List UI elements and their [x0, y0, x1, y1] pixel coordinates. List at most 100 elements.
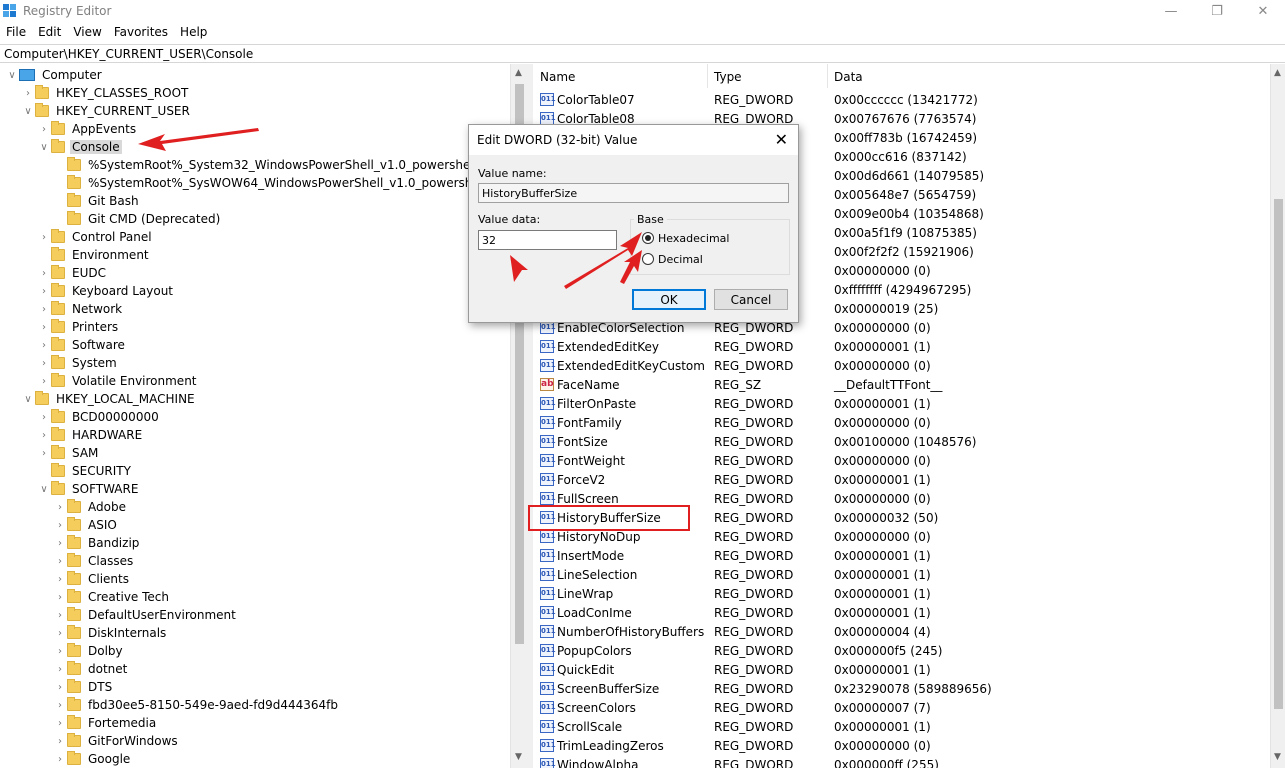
tree-item[interactable]: › Control Panel	[37, 228, 154, 246]
tree-item[interactable]: SECURITY	[37, 462, 133, 480]
value-row[interactable]: 011 ExtendedEditKey REG_DWORD 0x00000001 (1…	[534, 337, 1270, 356]
value-row[interactable]: 011 NumberOfHistoryBuffers REG_DWORD 0x0000…	[534, 622, 1270, 641]
tree-item[interactable]: %SystemRoot%_System32_WindowsPowerShell_…	[53, 156, 504, 174]
value-row[interactable]: 011 ExtendedEditKeyCustom REG_DWORD 0x00000…	[534, 356, 1270, 375]
tree-item[interactable]: › SAM	[37, 444, 100, 462]
chevron-right-icon[interactable]: ›	[53, 696, 67, 714]
tree-item[interactable]: › Volatile Environment	[37, 372, 199, 390]
chevron-right-icon[interactable]: ›	[53, 678, 67, 696]
decimal-radio[interactable]	[642, 253, 654, 265]
value-row[interactable]: 011 FilterOnPaste REG_DWORD 0x00000001 (1)	[534, 394, 1270, 413]
value-row[interactable]: 011 LoadConIme REG_DWORD 0x00000001 (1)	[534, 603, 1270, 622]
chevron-right-icon[interactable]: ›	[37, 372, 51, 390]
tree-item[interactable]: Environment	[37, 246, 151, 264]
list-scroll-down-icon[interactable]: ▼	[1274, 752, 1281, 762]
chevron-right-icon[interactable]: ›	[53, 588, 67, 606]
chevron-right-icon[interactable]: ›	[37, 408, 51, 426]
list-scroll-up-icon[interactable]: ▲	[1274, 68, 1281, 78]
value-data-input[interactable]: 32	[478, 230, 617, 250]
value-row[interactable]: 011 QuickEdit REG_DWORD 0x00000001 (1)	[534, 660, 1270, 679]
chevron-right-icon[interactable]: ›	[53, 552, 67, 570]
chevron-right-icon[interactable]: ›	[37, 444, 51, 462]
tree-item[interactable]: ∨ HKEY_LOCAL_MACHINE	[21, 390, 197, 408]
menu-favorites[interactable]: Favorites	[108, 23, 174, 43]
value-row[interactable]: 011 ScreenColors REG_DWORD 0x00000007 (7)	[534, 698, 1270, 717]
value-row[interactable]: 011 WindowAlpha REG_DWORD 0x000000ff (255)	[534, 755, 1270, 768]
chevron-right-icon[interactable]: ›	[53, 714, 67, 732]
tree-item[interactable]: › Creative Tech	[53, 588, 171, 606]
menu-file[interactable]: File	[0, 23, 32, 43]
column-data-header[interactable]: Data	[828, 64, 1270, 88]
menu-help[interactable]: Help	[174, 23, 213, 43]
chevron-right-icon[interactable]: ›	[53, 606, 67, 624]
scroll-up-icon[interactable]: ▲	[515, 68, 522, 78]
tree-item[interactable]: › Google	[53, 750, 132, 768]
tree-item[interactable]: › HARDWARE	[37, 426, 144, 444]
key-tree[interactable]: ∨ Computer › HKEY_CLASSES_ROOT ∨ HKEY_CURRENT…	[0, 64, 528, 768]
chevron-down-icon[interactable]: ∨	[21, 390, 35, 408]
menu-view[interactable]: View	[67, 23, 107, 43]
value-row[interactable]: 011 LineWrap REG_DWORD 0x00000001 (1)	[534, 584, 1270, 603]
tree-item[interactable]: › DTS	[53, 678, 114, 696]
chevron-right-icon[interactable]: ›	[37, 228, 51, 246]
tree-item[interactable]: › Bandizip	[53, 534, 141, 552]
chevron-down-icon[interactable]: ∨	[21, 102, 35, 120]
value-row[interactable]: 011 FontFamily REG_DWORD 0x00000000 (0)	[534, 413, 1270, 432]
chevron-right-icon[interactable]: ›	[53, 642, 67, 660]
value-row[interactable]: 011 LineSelection REG_DWORD 0x00000001 (1)	[534, 565, 1270, 584]
minimize-button[interactable]: —	[1148, 0, 1194, 23]
tree-item[interactable]: › dotnet	[53, 660, 129, 678]
chevron-right-icon[interactable]: ›	[53, 624, 67, 642]
value-row[interactable]: 011 ForceV2 REG_DWORD 0x00000001 (1)	[534, 470, 1270, 489]
tree-item[interactable]: › Fortemedia	[53, 714, 158, 732]
chevron-right-icon[interactable]: ›	[53, 660, 67, 678]
tree-item[interactable]: › Adobe	[53, 498, 128, 516]
chevron-right-icon[interactable]: ›	[37, 336, 51, 354]
column-name-header[interactable]: Name	[534, 64, 708, 88]
list-scroll-thumb[interactable]	[1274, 199, 1283, 709]
chevron-right-icon[interactable]: ›	[37, 426, 51, 444]
tree-item[interactable]: › HKEY_CLASSES_ROOT	[21, 84, 190, 102]
value-row[interactable]: 011 FontSize REG_DWORD 0x00100000 (1048576)	[534, 432, 1270, 451]
close-window-button[interactable]: ✕	[1240, 0, 1285, 23]
tree-item[interactable]: › AppEvents	[37, 120, 138, 138]
scroll-down-icon[interactable]: ▼	[515, 752, 522, 762]
dialog-close-icon[interactable]: ✕	[775, 130, 788, 149]
hexadecimal-radio[interactable]	[642, 232, 654, 244]
tree-item[interactable]: ∨ SOFTWARE	[37, 480, 140, 498]
value-row[interactable]: 011 ColorTable07 REG_DWORD 0x00cccccc (1342…	[534, 90, 1270, 109]
chevron-right-icon[interactable]: ›	[53, 570, 67, 588]
tree-item[interactable]: › Classes	[53, 552, 135, 570]
chevron-right-icon[interactable]: ›	[53, 750, 67, 768]
tree-item[interactable]: › ASIO	[53, 516, 119, 534]
chevron-down-icon[interactable]: ∨	[37, 480, 51, 498]
value-row[interactable]: 011 FontWeight REG_DWORD 0x00000000 (0)	[534, 451, 1270, 470]
tree-item[interactable]: › GitForWindows	[53, 732, 180, 750]
chevron-right-icon[interactable]: ›	[37, 318, 51, 336]
tree-item[interactable]: ∨ Console	[37, 138, 122, 156]
tree-item[interactable]: Git CMD (Deprecated)	[53, 210, 222, 228]
chevron-right-icon[interactable]: ›	[21, 84, 35, 102]
tree-item[interactable]: › Dolby	[53, 642, 125, 660]
value-row[interactable]: 011 PopupColors REG_DWORD 0x000000f5 (245)	[534, 641, 1270, 660]
tree-item[interactable]: › BCD00000000	[37, 408, 161, 426]
chevron-right-icon[interactable]: ›	[53, 516, 67, 534]
tree-item[interactable]: › Network	[37, 300, 124, 318]
tree-item[interactable]: › Software	[37, 336, 127, 354]
tree-item[interactable]: › fbd30ee5-8150-549e-9aed-fd9d444364fb	[53, 696, 340, 714]
tree-item[interactable]: › Keyboard Layout	[37, 282, 175, 300]
chevron-right-icon[interactable]: ›	[37, 264, 51, 282]
value-row[interactable]: 011 ScreenBufferSize REG_DWORD 0x23290078 (…	[534, 679, 1270, 698]
tree-item[interactable]: › Printers	[37, 318, 120, 336]
address-bar[interactable]: Computer\HKEY_CURRENT_USER\Console	[0, 44, 1285, 63]
chevron-right-icon[interactable]: ›	[37, 300, 51, 318]
tree-item[interactable]: %SystemRoot%_SysWOW64_WindowsPowerShell_…	[53, 174, 514, 192]
tree-item[interactable]: Git Bash	[53, 192, 141, 210]
tree-item[interactable]: › Clients	[53, 570, 131, 588]
column-type-header[interactable]: Type	[708, 64, 828, 88]
tree-item[interactable]: › DefaultUserEnvironment	[53, 606, 238, 624]
value-row[interactable]: 011 TrimLeadingZeros REG_DWORD 0x00000000 (…	[534, 736, 1270, 755]
tree-item[interactable]: › System	[37, 354, 119, 372]
chevron-right-icon[interactable]: ›	[53, 498, 67, 516]
value-row[interactable]: 011 ScrollScale REG_DWORD 0x00000001 (1)	[534, 717, 1270, 736]
